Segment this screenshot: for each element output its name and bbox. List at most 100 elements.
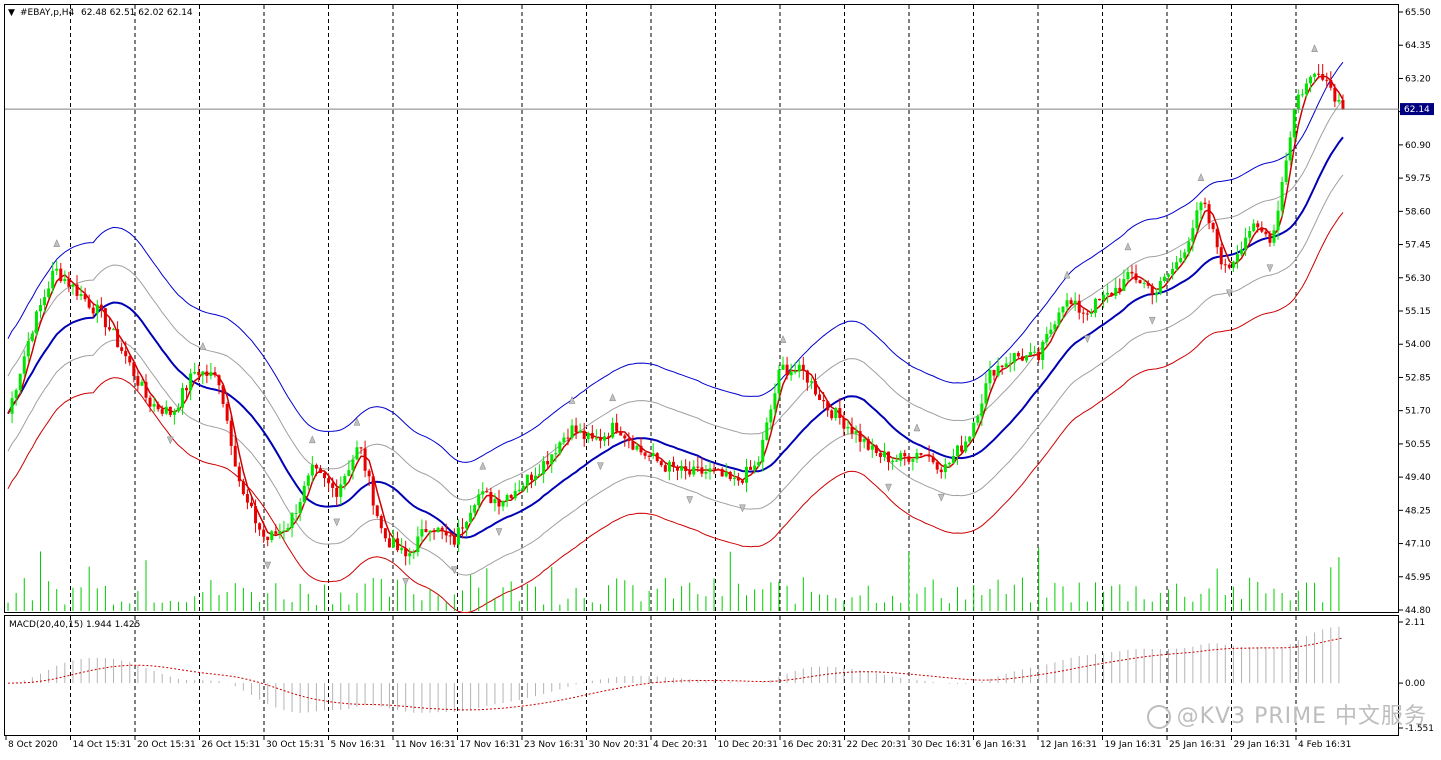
candle-body: [846, 426, 850, 429]
price-tick-label: 63.20: [1405, 74, 1431, 84]
candle-body: [298, 501, 302, 514]
candle-body: [282, 530, 286, 532]
candle-body: [254, 506, 258, 524]
candle-body: [972, 422, 976, 437]
candle-body: [181, 387, 185, 408]
candle-body: [574, 425, 578, 433]
candle-body: [465, 521, 469, 529]
candle-body: [67, 278, 71, 287]
candle-body: [1024, 355, 1028, 361]
candle-body: [546, 461, 550, 465]
symbol-dropdown-icon[interactable]: ▼: [8, 8, 15, 18]
candle-body: [189, 373, 193, 391]
fractal-up-marker: [1197, 173, 1205, 181]
candle-body: [160, 409, 164, 414]
candle-body: [152, 404, 156, 407]
candle-body: [887, 451, 891, 463]
candle-body: [1171, 268, 1175, 275]
price-tick-label: 58.60: [1405, 207, 1431, 217]
candle-body: [554, 453, 558, 455]
candle-body: [505, 495, 509, 502]
time-label: 6 Jan 16:31: [976, 740, 1027, 750]
candle-body: [818, 394, 822, 400]
candle-body: [241, 481, 245, 495]
candle-body: [1231, 261, 1235, 268]
candle-body: [1240, 249, 1244, 255]
candle-body: [1069, 300, 1073, 305]
candle-body: [1142, 282, 1146, 284]
fractal-up-marker: [779, 335, 787, 343]
candle-body: [805, 370, 809, 383]
candle-body: [493, 499, 497, 504]
middle-ma-line: [7, 136, 1344, 539]
candle-body: [720, 469, 724, 477]
time-label: 26 Oct 15:31: [202, 740, 261, 750]
candle-body: [79, 294, 83, 296]
candle-body: [1264, 231, 1268, 235]
candle-body: [903, 453, 907, 457]
fractal-up-marker: [308, 435, 316, 444]
chart-window[interactable]: 65.5064.3563.2062.0560.9059.7558.6057.45…: [0, 0, 1441, 756]
candle-body: [375, 505, 379, 516]
candle-body: [1207, 204, 1211, 223]
fractal-markers: [53, 44, 1318, 586]
candle-body: [331, 483, 335, 488]
price-tick-label: 49.40: [1405, 473, 1431, 483]
candle-body: [124, 350, 128, 357]
candle-body: [1130, 271, 1134, 274]
candle-body: [1110, 292, 1114, 296]
candle-body: [943, 464, 947, 473]
candle-body: [408, 553, 412, 557]
candle-body: [992, 369, 996, 376]
candle-body: [663, 465, 667, 472]
candle-body: [1276, 210, 1280, 231]
candle-body: [38, 305, 42, 312]
candle-body: [221, 385, 225, 404]
fractal-up-marker: [53, 239, 61, 247]
candle-body: [578, 430, 582, 433]
candle-body: [460, 527, 464, 529]
candle-body: [107, 327, 111, 330]
main-panel-frame: [4, 4, 1399, 613]
candle-body: [1114, 287, 1118, 296]
candle-body: [481, 491, 485, 495]
candle-body: [550, 454, 554, 465]
candle-body: [1317, 73, 1321, 75]
candle-body: [1081, 312, 1085, 314]
candle-body: [1008, 362, 1012, 364]
candle-body: [197, 371, 201, 376]
candle-body: [639, 445, 643, 453]
candle-body: [1037, 351, 1041, 361]
candle-body: [643, 452, 647, 456]
time-label: 14 Oct 15:31: [73, 740, 132, 750]
candle-body: [83, 294, 87, 300]
candle-body: [26, 340, 30, 357]
candle-body: [270, 531, 274, 541]
candle-body: [598, 438, 602, 441]
candle-body: [1122, 279, 1126, 291]
price-tick-label: 47.10: [1405, 540, 1431, 550]
price-tick-label: 52.85: [1405, 373, 1431, 383]
candle-body: [911, 459, 915, 462]
candle-body: [501, 501, 505, 507]
candle-body: [838, 408, 842, 419]
fractal-down-marker: [1266, 264, 1274, 273]
candle-body: [956, 445, 960, 456]
candle-body: [996, 365, 1000, 376]
candle-body: [745, 466, 749, 483]
candle-body: [1235, 254, 1239, 262]
time-label: 25 Jan 16:31: [1169, 740, 1226, 750]
candle-body: [363, 448, 367, 471]
candle-body: [262, 529, 266, 537]
candle-body: [882, 451, 886, 457]
price-chart[interactable]: 65.5064.3563.2062.0560.9059.7558.6057.45…: [0, 0, 1441, 756]
candle-body: [797, 364, 801, 372]
candle-body: [534, 475, 538, 481]
candle-body: [485, 491, 489, 493]
candle-body: [651, 453, 655, 456]
candle-body: [964, 441, 968, 452]
candle-body: [420, 528, 424, 537]
candle-body: [899, 453, 903, 461]
fractal-up-marker: [913, 423, 921, 432]
fractal-up-marker: [199, 341, 207, 350]
